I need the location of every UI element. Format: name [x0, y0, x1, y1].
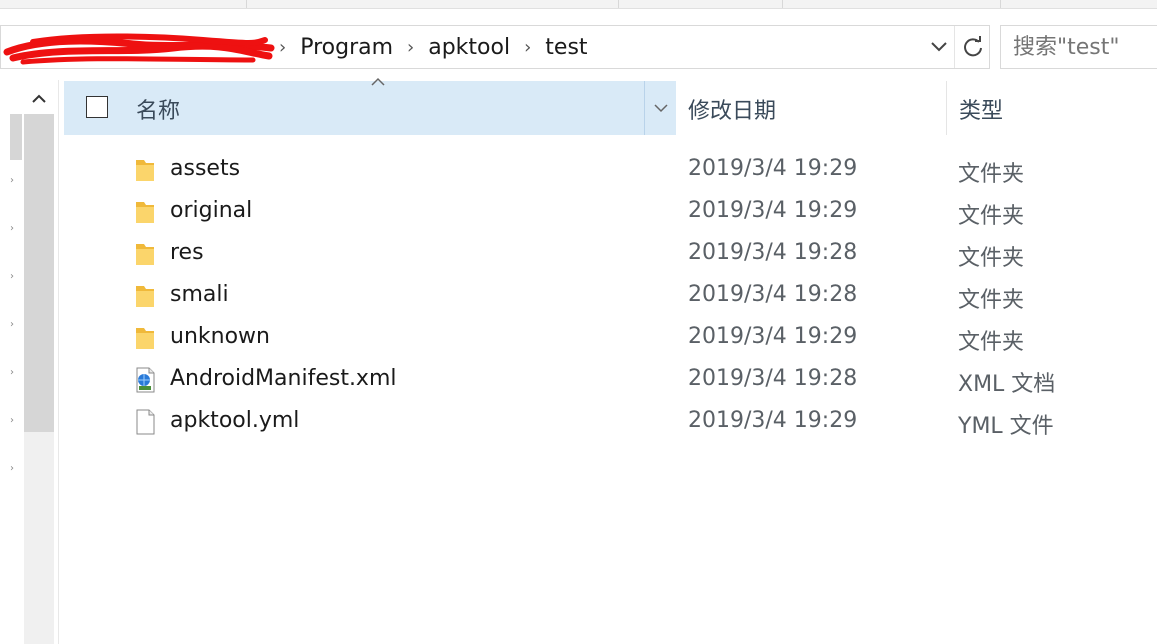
expand-arrow-icon[interactable]: ›: [10, 176, 20, 186]
expand-arrow-icon[interactable]: ›: [10, 368, 20, 378]
search-box[interactable]: [1000, 25, 1157, 69]
expand-arrow-icon[interactable]: ›: [10, 272, 20, 282]
folder-icon: [136, 286, 154, 307]
column-header-name[interactable]: 名称: [64, 77, 677, 135]
chevron-down-icon: [654, 104, 668, 113]
file-name[interactable]: smali: [170, 282, 229, 307]
file-date: 2019/3/4 19:28: [688, 366, 858, 391]
nav-scrollbar-thumb[interactable]: [24, 114, 54, 432]
column-label-type: 类型: [959, 99, 1004, 124]
file-row[interactable]: apktool.yml 2019/3/4 19:29 YML 文件: [64, 400, 1157, 442]
file-name[interactable]: unknown: [170, 324, 270, 349]
column-label-date: 修改日期: [688, 99, 777, 124]
column-header-type[interactable]: 类型: [946, 81, 1157, 135]
ribbon-separator: [1000, 0, 1001, 8]
file-type: 文件夹: [958, 204, 1025, 229]
file-type: XML 文档: [958, 372, 1056, 397]
sort-ascending-icon: [371, 77, 385, 86]
file-name[interactable]: assets: [170, 156, 240, 181]
breadcrumb-apktool[interactable]: apktool: [428, 35, 510, 60]
file-type: YML 文件: [958, 414, 1054, 439]
breadcrumb: › Program › apktool › test: [273, 26, 588, 68]
breadcrumb-program[interactable]: Program: [300, 35, 393, 60]
file-type: 文件夹: [958, 330, 1025, 355]
refresh-button[interactable]: [954, 26, 991, 68]
expand-arrow-icon[interactable]: ›: [10, 320, 20, 330]
folder-icon: [136, 202, 154, 223]
ribbon-separator: [246, 0, 247, 8]
file-row[interactable]: assets 2019/3/4 19:29 文件夹: [64, 148, 1157, 190]
breadcrumb-test[interactable]: test: [545, 35, 587, 60]
expand-arrow-icon[interactable]: ›: [10, 464, 20, 474]
column-filter-dropdown[interactable]: [644, 81, 677, 135]
file-row[interactable]: unknown 2019/3/4 19:29 文件夹: [64, 316, 1157, 358]
refresh-icon: [964, 36, 982, 57]
chevron-right-icon[interactable]: ›: [524, 37, 531, 58]
blank-file-icon: [136, 409, 155, 435]
column-label-name: 名称: [136, 99, 181, 124]
file-row[interactable]: original 2019/3/4 19:29 文件夹: [64, 190, 1157, 232]
file-date: 2019/3/4 19:28: [688, 282, 858, 307]
expand-arrow-icon[interactable]: ›: [10, 416, 20, 426]
file-date: 2019/3/4 19:29: [688, 408, 858, 433]
chevron-up-icon: [32, 94, 46, 103]
ribbon-strip: [0, 0, 1157, 9]
file-type: 文件夹: [958, 288, 1025, 313]
chevron-down-icon: [931, 42, 947, 52]
file-row[interactable]: smali 2019/3/4 19:28 文件夹: [64, 274, 1157, 316]
address-bar[interactable]: › Program › apktool › test: [0, 25, 990, 69]
search-input[interactable]: [1013, 34, 1153, 60]
file-name[interactable]: apktool.yml: [170, 408, 299, 433]
ribbon-separator: [618, 0, 619, 8]
file-date: 2019/3/4 19:29: [688, 324, 858, 349]
file-list: assets 2019/3/4 19:29 文件夹 original 2019/…: [64, 148, 1157, 442]
column-header-date-modified[interactable]: 修改日期: [676, 81, 946, 135]
folder-icon: [136, 160, 154, 181]
redacted-path-scribble: [3, 33, 275, 65]
select-all-checkbox[interactable]: [86, 96, 108, 118]
file-date: 2019/3/4 19:28: [688, 240, 858, 265]
expand-arrow-icon[interactable]: ›: [10, 224, 20, 234]
chevron-right-icon[interactable]: ›: [407, 37, 414, 58]
file-name[interactable]: original: [170, 198, 252, 223]
file-type: 文件夹: [958, 246, 1025, 271]
nav-item-highlight: [10, 114, 22, 160]
xml-document-icon: [136, 367, 155, 393]
ribbon-separator: [782, 0, 783, 8]
file-date: 2019/3/4 19:29: [688, 156, 858, 181]
file-date: 2019/3/4 19:29: [688, 198, 858, 223]
address-history-dropdown[interactable]: [926, 34, 952, 60]
file-row[interactable]: AndroidManifest.xml 2019/3/4 19:28 XML 文…: [64, 358, 1157, 400]
nav-scroll-up-button[interactable]: [24, 86, 54, 112]
file-name[interactable]: AndroidManifest.xml: [170, 366, 397, 391]
file-type: 文件夹: [958, 162, 1025, 187]
chevron-right-icon[interactable]: ›: [279, 37, 286, 58]
file-row[interactable]: res 2019/3/4 19:28 文件夹: [64, 232, 1157, 274]
folder-icon: [136, 244, 154, 265]
folder-icon: [136, 328, 154, 349]
file-name[interactable]: res: [170, 240, 204, 265]
